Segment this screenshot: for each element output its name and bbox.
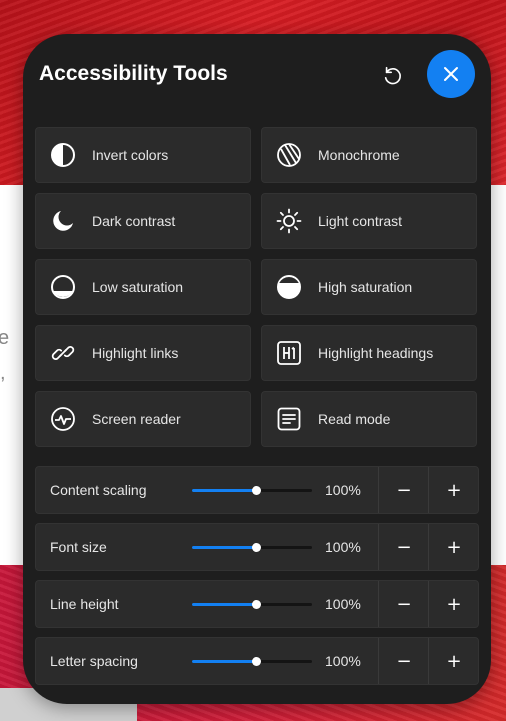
tool-screen-reader[interactable]: Screen reader xyxy=(35,391,251,447)
tool-label: Highlight headings xyxy=(318,345,434,361)
slider-fill xyxy=(192,603,256,606)
slider-thumb[interactable] xyxy=(251,657,261,666)
adjuster-label: Font size xyxy=(50,539,107,555)
high-saturation-icon xyxy=(276,274,302,300)
tool-label: Invert colors xyxy=(92,147,169,163)
slider-fill xyxy=(192,489,256,492)
tool-highlight-headings[interactable]: Highlight headings xyxy=(261,325,477,381)
slider-fill xyxy=(192,660,256,663)
monochrome-icon xyxy=(276,142,302,168)
tool-label: Light contrast xyxy=(318,213,403,229)
tool-low-saturation[interactable]: Low saturation xyxy=(35,259,251,315)
tool-label: Read mode xyxy=(318,411,391,427)
tool-invert-colors[interactable]: Invert colors xyxy=(35,127,251,183)
sun-icon xyxy=(276,208,302,234)
tool-label: Dark contrast xyxy=(92,213,176,229)
decrease-button[interactable]: − xyxy=(378,638,429,684)
accessibility-panel: Accessibility Tools Invert colors Monoch… xyxy=(23,34,491,704)
content-scaling-slider[interactable] xyxy=(192,486,312,495)
panel-title: Accessibility Tools xyxy=(39,62,228,85)
letter-spacing-slider[interactable] xyxy=(192,657,312,666)
tool-label: Highlight links xyxy=(92,345,179,361)
heading-icon xyxy=(276,340,302,366)
font-size-slider[interactable] xyxy=(192,543,312,552)
increase-button[interactable]: + xyxy=(428,467,479,513)
adjuster-value: 100% xyxy=(325,653,361,669)
tool-light-contrast[interactable]: Light contrast xyxy=(261,193,477,249)
slider-fill xyxy=(192,546,256,549)
reset-icon xyxy=(384,66,401,85)
tool-dark-contrast[interactable]: Dark contrast xyxy=(35,193,251,249)
tool-label: High saturation xyxy=(318,279,413,295)
screen-reader-icon xyxy=(50,406,76,432)
adjuster-content-scaling: Content scaling 100% − + xyxy=(35,466,479,514)
close-icon xyxy=(444,67,458,81)
adjuster-label: Line height xyxy=(50,596,119,612)
moon-icon xyxy=(50,208,76,234)
read-mode-icon xyxy=(276,406,302,432)
tool-label: Screen reader xyxy=(92,411,181,427)
line-height-slider[interactable] xyxy=(192,600,312,609)
slider-thumb[interactable] xyxy=(251,486,261,495)
adjuster-label: Content scaling xyxy=(50,482,147,498)
tool-highlight-links[interactable]: Highlight links xyxy=(35,325,251,381)
tool-read-mode[interactable]: Read mode xyxy=(261,391,477,447)
slider-thumb[interactable] xyxy=(251,543,261,552)
decrease-button[interactable]: − xyxy=(378,524,429,570)
tool-label: Low saturation xyxy=(92,279,184,295)
tool-high-saturation[interactable]: High saturation xyxy=(261,259,477,315)
invert-colors-icon xyxy=(50,142,76,168)
tool-monochrome[interactable]: Monochrome xyxy=(261,127,477,183)
decrease-button[interactable]: − xyxy=(378,581,429,627)
adjuster-value: 100% xyxy=(325,539,361,555)
link-icon xyxy=(50,340,76,366)
tool-label: Monochrome xyxy=(318,147,400,163)
increase-button[interactable]: + xyxy=(428,581,479,627)
low-saturation-icon xyxy=(50,274,76,300)
slider-thumb[interactable] xyxy=(251,600,261,609)
increase-button[interactable]: + xyxy=(428,638,479,684)
adjuster-label: Letter spacing xyxy=(50,653,138,669)
adjuster-value: 100% xyxy=(325,596,361,612)
background-text-fragment: e xyxy=(0,327,10,349)
increase-button[interactable]: + xyxy=(428,524,479,570)
adjuster-line-height: Line height 100% − + xyxy=(35,580,479,628)
close-button[interactable] xyxy=(427,50,475,98)
decrease-button[interactable]: − xyxy=(378,467,429,513)
adjuster-font-size: Font size 100% − + xyxy=(35,523,479,571)
adjuster-value: 100% xyxy=(325,482,361,498)
reset-button[interactable] xyxy=(378,61,408,91)
adjuster-letter-spacing: Letter spacing 100% − + xyxy=(35,637,479,685)
background-text-fragment: , xyxy=(0,362,6,384)
